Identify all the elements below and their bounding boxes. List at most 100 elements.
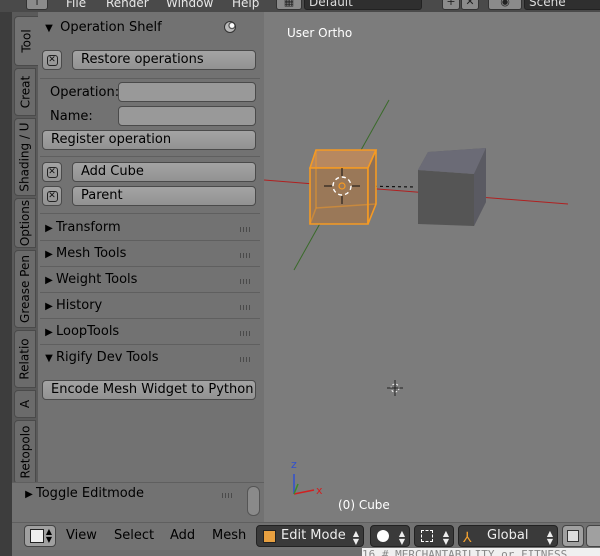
last-operator-panel: ▶ Toggle Editmode [12, 482, 264, 522]
drag-grip-icon[interactable] [240, 305, 252, 310]
collapse-triangle-icon: ▼ [45, 23, 53, 34]
screen-layout-field[interactable]: Default [304, 0, 422, 10]
tab-shading-uvs[interactable]: Shading / U [14, 118, 36, 196]
orientation-dropdown[interactable]: ⅄ Global ▲ ▼ [458, 525, 558, 547]
expand-triangle-icon: ▶ [45, 327, 53, 338]
updown-arrows-icon: ▲ ▼ [398, 529, 405, 546]
panel-weight-tools[interactable]: ▶ Weight Tools [42, 268, 260, 292]
area-edge [0, 12, 12, 556]
expand-triangle-icon: ▶ [25, 489, 33, 500]
drag-grip-icon[interactable] [240, 253, 252, 258]
pivot-icon [421, 530, 433, 542]
divider [40, 318, 260, 319]
name-label: Name: [50, 109, 93, 124]
3d-view-header: ▲ ▼ View Select Add Mesh Edit Mode ▲ ▼ ▲ ▼ … [12, 522, 600, 550]
toolshelf-tabs: Tool Creat Shading / U Options Grease Pe… [12, 12, 38, 484]
selected-cube [308, 149, 378, 225]
name-input[interactable] [118, 106, 256, 126]
updown-arrows-icon: ▲ ▼ [546, 529, 553, 546]
panel-rigify-dev-tools[interactable]: ▼ Rigify Dev Tools [42, 346, 260, 370]
drag-grip-icon[interactable] [240, 357, 252, 362]
menu-window[interactable]: Window [166, 0, 213, 10]
delete-add-cube-button[interactable]: ✕ [42, 162, 62, 182]
collapse-triangle-icon: ▼ [45, 353, 53, 364]
editor-type-button[interactable]: ▲ ▼ [24, 525, 56, 547]
tab-create[interactable]: Creat [14, 68, 36, 116]
tab-relations[interactable]: Relatio [14, 330, 36, 388]
x-icon: ✕ [46, 190, 58, 202]
gizmo-x-label: x [316, 484, 323, 497]
pin-icon[interactable] [224, 21, 236, 33]
saved-op-parent-button[interactable]: Parent [72, 186, 256, 206]
panel-history[interactable]: ▶ History [42, 294, 260, 318]
edit-mode-icon [263, 530, 276, 543]
remove-screen-icon[interactable]: ✕ [461, 0, 479, 10]
operation-input[interactable] [118, 82, 256, 102]
tab-options[interactable]: Options [14, 198, 36, 248]
orientation-gizmo [293, 474, 315, 495]
layer-button[interactable] [562, 525, 584, 547]
menu-file[interactable]: File [66, 0, 86, 10]
divider [40, 213, 260, 214]
scene-icon[interactable]: ◉ [488, 0, 522, 10]
transform-manipulator-icon: ⅄ [463, 530, 472, 546]
x-icon: ✕ [46, 54, 58, 66]
x-icon: ✕ [46, 166, 58, 178]
add-screen-icon[interactable]: + [442, 0, 460, 10]
restore-operations-button[interactable]: Restore operations [72, 50, 256, 70]
toggle-editmode-header[interactable]: ▶ Toggle Editmode [22, 482, 240, 506]
divider [40, 292, 260, 293]
layer-icon [567, 530, 579, 542]
3d-viewport[interactable]: User Ortho z x (0) Cube [264, 12, 600, 522]
register-operation-button[interactable]: Register operation [42, 130, 256, 150]
tab-tool[interactable]: Tool [14, 16, 38, 66]
screen-layout-icon[interactable]: ▦ [276, 0, 302, 10]
tool-shelf: ▼ Operation Shelf ✕ Restore operations O… [38, 12, 264, 482]
drag-grip-icon[interactable] [240, 279, 252, 284]
operation-shelf-title: Operation Shelf [60, 20, 162, 35]
drag-grip-icon[interactable] [222, 493, 234, 498]
menu-mesh[interactable]: Mesh [212, 528, 246, 543]
tab-retopology[interactable]: Retopolo [14, 420, 36, 484]
updown-arrows-icon: ▲ ▼ [442, 529, 449, 546]
saved-op-add-cube-button[interactable]: Add Cube [72, 162, 256, 182]
divider [40, 266, 260, 267]
encode-mesh-widget-button[interactable]: Encode Mesh Widget to Python [42, 380, 256, 400]
overlay-button[interactable] [586, 525, 600, 547]
expand-triangle-icon: ▶ [45, 249, 53, 260]
menu-help[interactable]: Help [232, 0, 259, 10]
menu-view[interactable]: View [66, 528, 97, 543]
expand-triangle-icon: ▶ [45, 275, 53, 286]
info-header: i File Render Window Help ▦ Default + ✕ … [0, 0, 600, 12]
pivot-dropdown[interactable]: ▲ ▼ [414, 525, 454, 547]
shading-dropdown[interactable]: ▲ ▼ [370, 525, 410, 547]
drag-grip-icon[interactable] [240, 227, 252, 232]
cube-icon [30, 529, 44, 543]
updown-arrows-icon: ▲ ▼ [45, 527, 52, 544]
mode-dropdown[interactable]: Edit Mode ▲ ▼ [256, 525, 364, 547]
info-icon: i [35, 0, 39, 8]
divider [40, 78, 260, 79]
menu-render[interactable]: Render [106, 0, 149, 10]
view-name-label: User Ortho [287, 26, 353, 40]
tab-grease-pencil[interactable]: Grease Pen [14, 250, 36, 328]
operation-label: Operation: [50, 85, 120, 100]
delete-parent-button[interactable]: ✕ [42, 186, 62, 206]
3d-cursor-icon [387, 380, 403, 396]
info-editor-button[interactable]: i [26, 0, 48, 10]
region-scroll-handle[interactable] [247, 486, 260, 516]
drag-grip-icon[interactable] [240, 331, 252, 336]
active-object-label: (0) Cube [338, 498, 390, 512]
scene-field[interactable]: Scene [524, 0, 600, 10]
gray-cube [418, 148, 486, 226]
operation-shelf-header[interactable]: ▼ Operation Shelf [42, 16, 260, 40]
panel-transform[interactable]: ▶ Transform [42, 216, 260, 240]
delete-restore-button[interactable]: ✕ [42, 50, 62, 70]
divider [40, 344, 260, 345]
viewport-scene [264, 99, 569, 495]
menu-add[interactable]: Add [170, 528, 195, 543]
panel-looptools[interactable]: ▶ LoopTools [42, 320, 260, 344]
menu-select[interactable]: Select [114, 528, 154, 543]
tab-animation[interactable]: A [14, 390, 36, 418]
panel-mesh-tools[interactable]: ▶ Mesh Tools [42, 242, 260, 266]
